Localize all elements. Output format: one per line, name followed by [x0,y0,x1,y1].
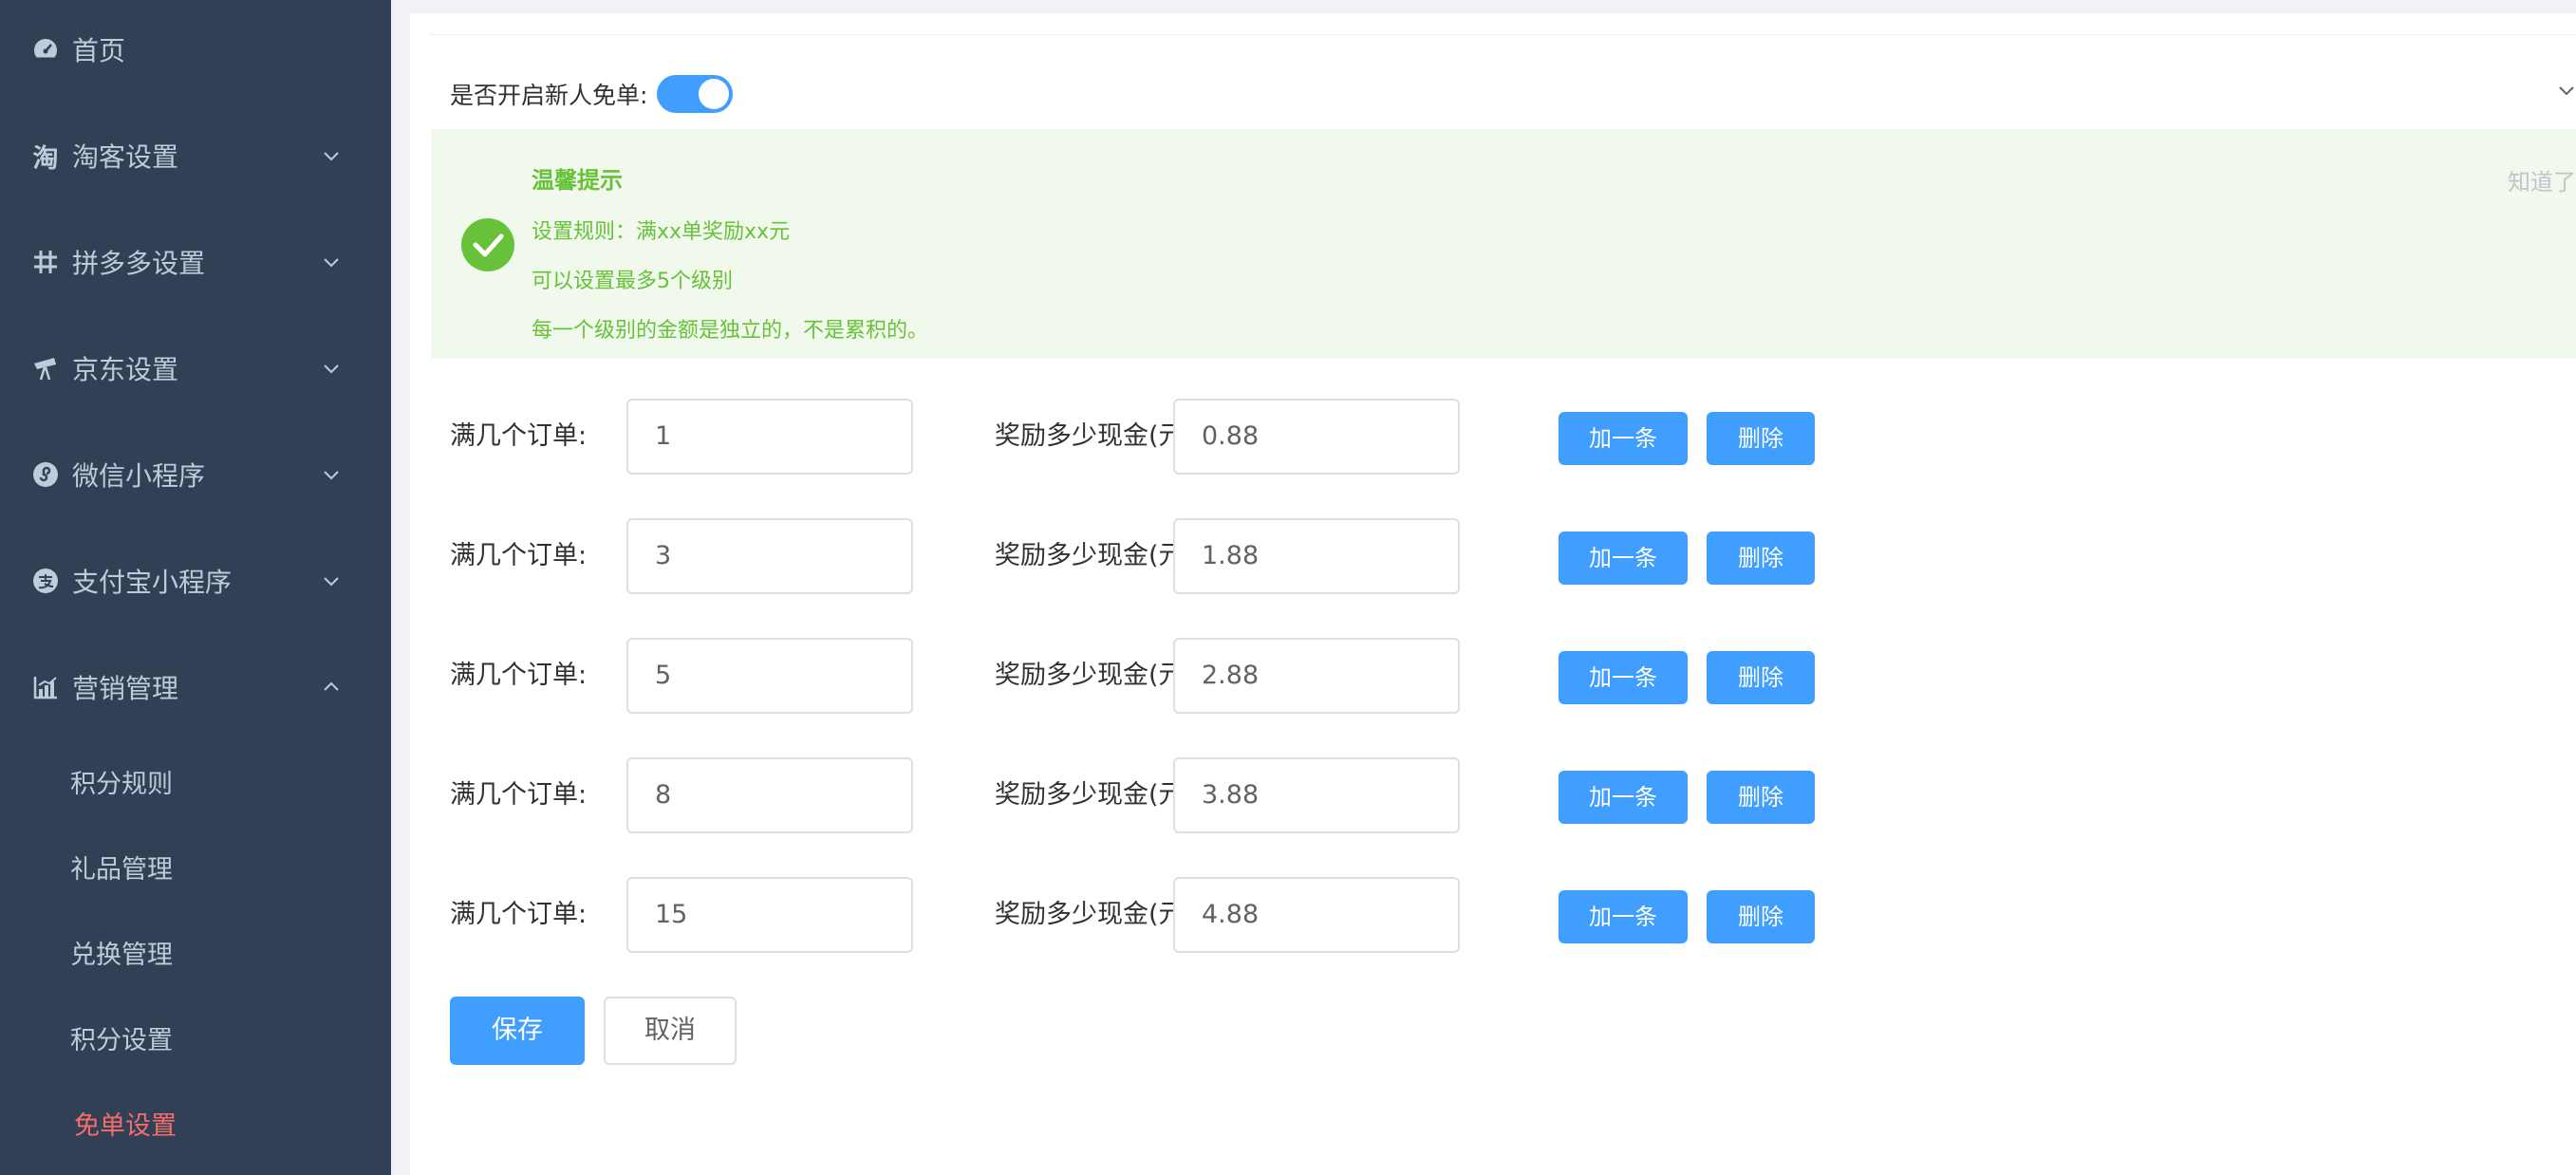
sidebar: 首页 淘 淘客设置 拼多多设置 京东设置 微信小程序 支付宝小程序 营销管理 积… [0,0,391,1175]
sub-item-points-rules[interactable]: 积分规则 [0,738,391,824]
sub-item-label: 礼品管理 [70,854,173,885]
dashboard-icon [30,34,61,65]
reward-rule-row: 满几个订单: 1 奖励多少现金(元): 0.88 加一条 删除 [450,399,1874,475]
orders-label: 满几个订单: [450,780,588,810]
reward-amount-input[interactable]: 3.88 [1173,757,1460,833]
grid-icon [30,247,61,277]
telescope-icon [30,353,61,383]
orders-label: 满几个订单: [450,900,588,929]
new-user-free-toggle-row: 是否开启新人免单: [450,61,734,127]
chevron-down-icon [324,364,339,374]
sub-item-label: 积分设置 [70,1025,173,1055]
alert-line: 设置规则：满xx单奖励xx元 [532,220,791,244]
delete-row-button[interactable]: 删除 [1707,412,1815,465]
menu-label: 微信小程序 [72,460,206,492]
chevron-up-icon [324,681,339,691]
reward-label: 奖励多少现金(元): [995,421,1204,451]
delete-row-button[interactable]: 删除 [1707,651,1815,704]
add-row-button[interactable]: 加一条 [1559,412,1688,465]
add-row-button[interactable]: 加一条 [1559,651,1688,704]
reward-rule-row: 满几个订单: 15 奖励多少现金(元): 4.88 加一条 删除 [450,877,1874,953]
sub-item-exchange-management[interactable]: 兑换管理 [0,909,391,995]
reward-amount-input[interactable]: 0.88 [1173,399,1460,475]
reward-label: 奖励多少现金(元): [995,661,1204,690]
delete-row-button[interactable]: 删除 [1707,532,1815,585]
switch-knob [699,79,730,109]
reward-amount-input[interactable]: 1.88 [1173,518,1460,594]
menu-item-marketing[interactable]: 营销管理 [0,634,391,740]
success-check-icon [461,218,514,271]
chevron-down-icon[interactable] [2557,82,2576,101]
sub-item-free-order-settings[interactable]: 免单设置 [0,1080,391,1166]
add-row-button[interactable]: 加一条 [1559,771,1688,824]
menu-item-alipay[interactable]: 支付宝小程序 [0,528,391,634]
alipay-icon [30,566,61,596]
menu-item-home[interactable]: 首页 [0,0,391,103]
sub-item-label: 积分规则 [70,769,173,799]
reward-label: 奖励多少现金(元): [995,541,1204,570]
menu-label: 营销管理 [72,673,179,704]
orders-count-input[interactable]: 5 [626,638,913,714]
orders-label: 满几个订单: [450,421,588,451]
reward-amount-input[interactable]: 2.88 [1173,638,1460,714]
menu-label: 拼多多设置 [72,248,206,279]
reward-rule-row: 满几个订单: 5 奖励多少现金(元): 2.88 加一条 删除 [450,638,1874,714]
chevron-down-icon [324,258,339,268]
chevron-down-icon [324,152,339,161]
orders-count-input[interactable]: 8 [626,757,913,833]
taobao-icon: 淘 [32,143,59,174]
delete-row-button[interactable]: 删除 [1707,890,1815,943]
delete-row-button[interactable]: 删除 [1707,771,1815,824]
divider [429,34,2576,35]
sub-item-label: 兑换管理 [70,940,173,970]
main-content: 是否开启新人免单: 温馨提示 设置规则：满xx单奖励xx元 可以设置最多5个级别… [410,13,2576,1175]
chevron-down-icon [324,471,339,480]
alert-title: 温馨提示 [532,167,623,194]
cancel-button[interactable]: 取消 [604,997,737,1065]
sub-item-points-settings[interactable]: 积分设置 [0,995,391,1080]
orders-count-input[interactable]: 3 [626,518,913,594]
menu-item-taoke[interactable]: 淘 淘客设置 [0,103,391,209]
menu-label: 首页 [72,35,126,66]
reward-label: 奖励多少现金(元): [995,780,1204,810]
alert-line: 每一个级别的金额是独立的，不是累积的。 [532,319,929,343]
menu-item-jd[interactable]: 京东设置 [0,315,391,421]
sub-item-gift-management[interactable]: 礼品管理 [0,824,391,909]
orders-count-input[interactable]: 15 [626,877,913,953]
reward-label: 奖励多少现金(元): [995,900,1204,929]
menu-label: 支付宝小程序 [72,567,233,598]
tip-alert: 温馨提示 设置规则：满xx单奖励xx元 可以设置最多5个级别 每一个级别的金额是… [431,129,2576,359]
save-button[interactable]: 保存 [450,997,585,1065]
reward-rule-row: 满几个订单: 3 奖励多少现金(元): 1.88 加一条 删除 [450,518,1874,594]
chevron-down-icon [324,577,339,587]
reward-rule-row: 满几个订单: 8 奖励多少现金(元): 3.88 加一条 删除 [450,757,1874,833]
alert-line: 可以设置最多5个级别 [532,270,733,293]
orders-count-input[interactable]: 1 [626,399,913,475]
menu-label: 淘客设置 [72,141,179,173]
alert-close-button[interactable]: 知道了 [2508,163,2576,196]
orders-label: 满几个订单: [450,541,588,570]
menu-item-wechat[interactable]: 微信小程序 [0,421,391,528]
add-row-button[interactable]: 加一条 [1559,890,1688,943]
toggle-label: 是否开启新人免单: [450,82,648,109]
new-user-free-switch[interactable] [657,75,734,113]
sub-item-label: 免单设置 [74,1110,177,1141]
menu-item-pdd[interactable]: 拼多多设置 [0,209,391,315]
reward-amount-input[interactable]: 4.88 [1173,877,1460,953]
menu-label: 京东设置 [72,354,179,385]
chart-icon [30,672,61,702]
mini-program-icon [30,459,61,490]
orders-label: 满几个订单: [450,661,588,690]
add-row-button[interactable]: 加一条 [1559,532,1688,585]
